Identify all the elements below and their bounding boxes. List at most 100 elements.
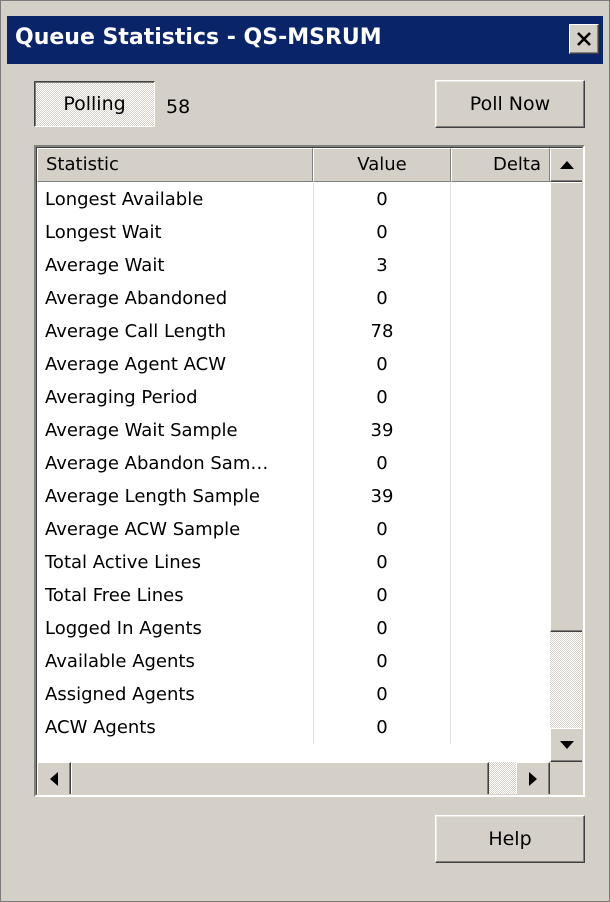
- delta-cell: [451, 348, 549, 381]
- arrow-down-icon: [560, 741, 574, 749]
- statistic-cell: ACW Agents: [45, 717, 156, 738]
- table-row[interactable]: Longest Available 0: [37, 183, 549, 216]
- value-cell: 0: [313, 282, 451, 315]
- statistic-cell: Longest Available: [45, 189, 204, 210]
- table-row[interactable]: Average Abandon Sam… 0: [37, 447, 549, 480]
- value-cell: 0: [313, 348, 451, 381]
- column-header-delta-label: Delta: [492, 154, 541, 175]
- statistic-cell: Longest Wait: [45, 222, 162, 243]
- help-button[interactable]: Help: [435, 815, 585, 863]
- value-cell: 39: [313, 480, 451, 513]
- arrow-right-icon: [529, 772, 537, 786]
- statistic-cell: Average Wait Sample: [45, 420, 238, 441]
- arrow-up-icon: [560, 161, 574, 169]
- title-bar: Queue Statistics - QS-MSRUM: [7, 16, 603, 64]
- value-cell: 0: [313, 546, 451, 579]
- table-row[interactable]: Average Wait 3: [37, 249, 549, 282]
- horizontal-scroll-thumb[interactable]: [71, 762, 489, 794]
- delta-cell: [451, 249, 549, 282]
- table-row[interactable]: ACW Agents 0: [37, 711, 549, 744]
- column-header-delta[interactable]: Delta: [451, 148, 550, 182]
- value-cell: 0: [313, 216, 451, 249]
- queue-statistics-dialog: Queue Statistics - QS-MSRUM Polling 58 P…: [0, 0, 610, 902]
- table-row[interactable]: Average Agent ACW 0: [37, 348, 549, 381]
- table-row[interactable]: Averaging Period 0: [37, 381, 549, 414]
- scroll-up-button[interactable]: [550, 148, 582, 182]
- table-row[interactable]: Average Wait Sample 39: [37, 414, 549, 447]
- table-row[interactable]: Logged In Agents 0: [37, 612, 549, 645]
- statistic-cell: Average Length Sample: [45, 486, 260, 507]
- table-row[interactable]: Average Call Length 78: [37, 315, 549, 348]
- scroll-left-button[interactable]: [37, 762, 71, 794]
- statistic-cell: Total Active Lines: [45, 552, 202, 573]
- horizontal-scrollbar[interactable]: [37, 762, 550, 794]
- statistic-cell: Average Wait: [45, 255, 165, 276]
- value-cell: 78: [313, 315, 451, 348]
- window-title: Queue Statistics - QS-MSRUM: [15, 25, 382, 50]
- poll-now-label: Poll Now: [469, 93, 551, 115]
- list-header: Statistic Value Delta: [37, 148, 567, 182]
- statistic-cell: Available Agents: [45, 651, 195, 672]
- column-header-value[interactable]: Value: [313, 148, 451, 182]
- delta-cell: [451, 381, 549, 414]
- value-cell: 0: [313, 579, 451, 612]
- poll-counter: 58: [166, 96, 191, 118]
- vertical-scroll-thumb[interactable]: [550, 182, 582, 632]
- value-cell: 0: [313, 711, 451, 744]
- value-cell: 0: [313, 612, 451, 645]
- delta-cell: [451, 447, 549, 480]
- table-row[interactable]: Total Free Lines 0: [37, 579, 549, 612]
- delta-cell: [451, 282, 549, 315]
- close-icon: [577, 32, 591, 46]
- column-header-statistic-label: Statistic: [46, 154, 119, 175]
- value-cell: 3: [313, 249, 451, 282]
- polling-toggle-button[interactable]: Polling: [34, 81, 155, 127]
- delta-cell: [451, 546, 549, 579]
- delta-cell: [451, 678, 549, 711]
- scroll-right-button[interactable]: [516, 762, 550, 794]
- table-row[interactable]: Longest Wait 0: [37, 216, 549, 249]
- value-cell: 0: [313, 183, 451, 216]
- delta-cell: [451, 513, 549, 546]
- statistic-cell: Total Free Lines: [45, 585, 184, 606]
- delta-cell: [451, 315, 549, 348]
- table-row[interactable]: Average Abandoned 0: [37, 282, 549, 315]
- statistic-cell: Assigned Agents: [45, 684, 195, 705]
- scrollbar-corner: [550, 762, 582, 794]
- delta-cell: [451, 414, 549, 447]
- statistic-cell: Averaging Period: [45, 387, 198, 408]
- statistic-cell: Average Abandon Sam…: [45, 453, 269, 474]
- table-row[interactable]: Average Length Sample 39: [37, 480, 549, 513]
- value-cell: 0: [313, 678, 451, 711]
- poll-now-button[interactable]: Poll Now: [435, 80, 585, 128]
- statistic-cell: Average Agent ACW: [45, 354, 227, 375]
- delta-cell: [451, 183, 549, 216]
- table-row[interactable]: Assigned Agents 0: [37, 678, 549, 711]
- delta-cell: [451, 645, 549, 678]
- statistic-cell: Logged In Agents: [45, 618, 202, 639]
- scroll-down-button[interactable]: [550, 728, 582, 762]
- polling-label: Polling: [63, 93, 126, 115]
- delta-cell: [451, 480, 549, 513]
- statistic-cell: Average Call Length: [45, 321, 227, 342]
- help-label: Help: [488, 828, 532, 850]
- close-button[interactable]: [569, 24, 599, 54]
- table-row[interactable]: Average ACW Sample 0: [37, 513, 549, 546]
- column-header-statistic[interactable]: Statistic: [37, 148, 313, 182]
- list-body: Longest Available 0 Longest Wait 0 Average W…: [37, 183, 549, 744]
- delta-cell: [451, 612, 549, 645]
- value-cell: 0: [313, 381, 451, 414]
- vertical-scrollbar[interactable]: [550, 148, 582, 762]
- delta-cell: [451, 579, 549, 612]
- value-cell: 0: [313, 447, 451, 480]
- table-row[interactable]: Total Active Lines 0: [37, 546, 549, 579]
- delta-cell: [451, 216, 549, 249]
- arrow-left-icon: [50, 772, 58, 786]
- delta-cell: [451, 711, 549, 744]
- value-cell: 39: [313, 414, 451, 447]
- statistic-cell: Average Abandoned: [45, 288, 228, 309]
- value-cell: 0: [313, 513, 451, 546]
- statistics-list[interactable]: Statistic Value Delta Longest Available 0…: [34, 145, 585, 797]
- table-row[interactable]: Available Agents 0: [37, 645, 549, 678]
- statistic-cell: Average ACW Sample: [45, 519, 241, 540]
